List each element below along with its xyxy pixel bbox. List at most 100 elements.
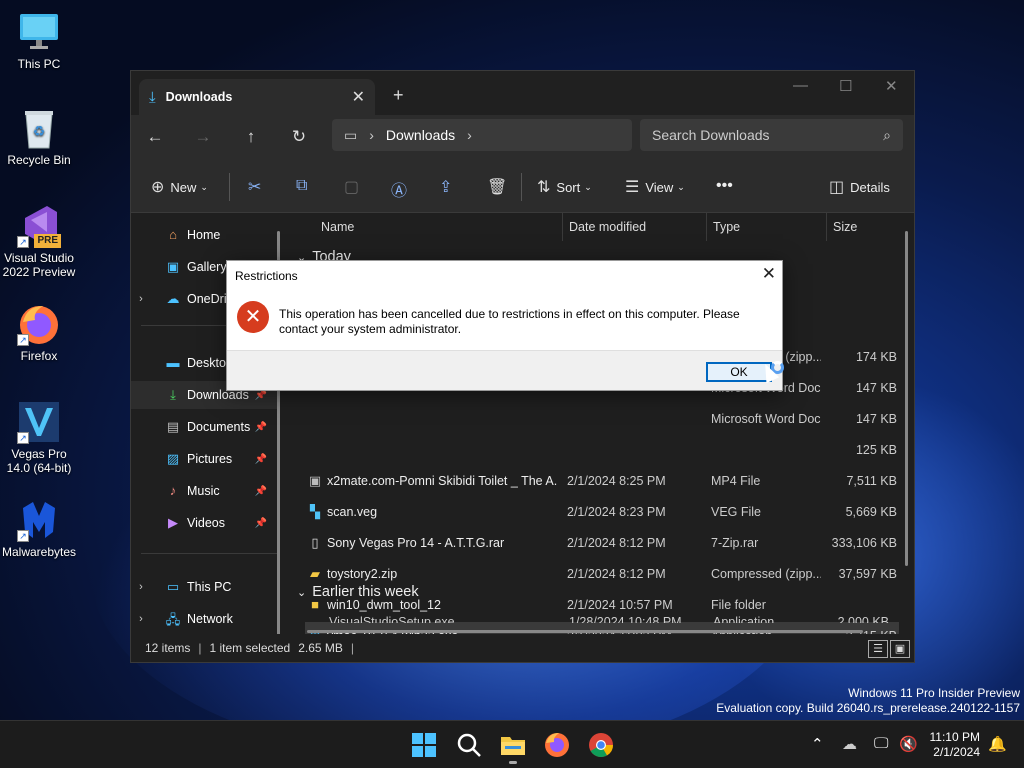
tab-downloads[interactable]: ⤓ Downloads ✕	[139, 79, 375, 115]
volume-muted-icon[interactable]: 🔇	[899, 735, 918, 753]
chrome-taskbar-button[interactable]	[587, 731, 615, 759]
refresh-button[interactable]: ↻	[275, 127, 323, 147]
file-type: Application	[713, 615, 775, 623]
tiles-view-button[interactable]: ▣	[890, 640, 910, 658]
desktop-icon-recycle-bin[interactable]: ♻ Recycle Bin	[2, 106, 76, 167]
pictures-icon: ▨	[166, 451, 180, 466]
dialog-message: This operation has been cancelled due to…	[279, 307, 740, 336]
monitor-icon: ▭	[166, 579, 180, 594]
paste-button[interactable]: ▢	[344, 177, 365, 197]
details-button[interactable]: ◫ Details	[829, 177, 890, 197]
download-arrow-icon: ⤓	[170, 387, 176, 402]
desktop-icon-label: Malwarebytes	[2, 545, 77, 559]
onedrive-offline-icon[interactable]: ☁	[842, 735, 857, 753]
dialog-body: ✕ This operation has been cancelled due …	[227, 290, 782, 352]
trash-icon: 🗑	[487, 179, 508, 196]
chevron-down-icon: ⌄	[200, 181, 208, 192]
desktop-icon-vegas-pro[interactable]: ↗ Vegas Pro 14.0 (64-bit)	[2, 400, 76, 475]
show-hidden-icons-chevron-icon[interactable]: ⌃	[811, 735, 824, 753]
file-name: VisualStudioSetup.exe	[329, 615, 455, 623]
desktop-icon-label: This PC	[17, 57, 61, 71]
network-icon: 🖧	[165, 612, 181, 627]
clock[interactable]: 11:10 PM 2/1/2024	[930, 730, 980, 760]
column-header-type[interactable]: Type	[713, 213, 740, 241]
chevron-right-icon[interactable]: ›	[131, 293, 151, 305]
breadcrumb-downloads[interactable]: Downloads	[386, 127, 455, 143]
more-options-icon[interactable]: •••	[716, 177, 733, 195]
file-row-partial[interactable]: VisualStudioSetup.exe 1/28/2024 10:48 PM…	[305, 613, 905, 623]
rename-button[interactable]: Ⓐ	[391, 177, 413, 201]
file-row[interactable]: 147 KB Microsoft Word Doc...	[305, 405, 899, 433]
videos-icon: ▶	[168, 515, 178, 530]
minimize-button[interactable]: —	[793, 77, 808, 94]
firefox-taskbar-button[interactable]	[543, 731, 571, 759]
new-button[interactable]: ⊕ New ⌄	[151, 177, 208, 197]
file-date: 2/1/2024 8:12 PM	[567, 536, 666, 550]
file-name: toystory2.zip	[327, 567, 398, 581]
vertical-scrollbar[interactable]	[905, 231, 908, 566]
desktop-icon-visual-studio[interactable]: PRE ↗ Visual Studio 2022 Preview	[2, 204, 76, 279]
group-header-earlier-this-week[interactable]: ⌄ Earlier this week	[297, 584, 419, 600]
share-button[interactable]: ⇪	[439, 177, 458, 197]
horizontal-scrollbar[interactable]	[307, 630, 863, 633]
nav-item-pictures[interactable]: ▨ Pictures 📌	[131, 445, 279, 473]
recycle-bin-icon: ♻	[17, 106, 61, 150]
divider	[521, 173, 522, 201]
active-app-indicator	[509, 761, 517, 764]
share-icon: ⇪	[439, 179, 453, 196]
search-input[interactable]: Search Downloads ⌕	[640, 119, 903, 151]
details-pane-icon: ◫	[829, 179, 845, 196]
search-button[interactable]	[455, 731, 483, 759]
up-button[interactable]: ↑	[227, 127, 275, 147]
chevron-right-icon[interactable]: ›	[369, 127, 374, 143]
desktop-icon-firefox[interactable]: ↗ Firefox	[2, 302, 76, 363]
nav-item-documents[interactable]: ▤ Documents 📌	[131, 413, 279, 441]
details-view-button[interactable]: ☰	[868, 640, 888, 658]
forward-button[interactable]: →	[179, 127, 227, 147]
file-row[interactable]: 125 KB	[305, 436, 899, 464]
chevron-right-icon[interactable]: ›	[131, 581, 151, 593]
file-date: 2/1/2024 8:25 PM	[567, 474, 666, 488]
start-button[interactable]	[410, 731, 438, 759]
nav-item-home[interactable]: ⌂ Home	[131, 221, 279, 249]
desktop-icon-this-pc[interactable]: This PC	[2, 10, 76, 71]
folder-icon	[501, 737, 525, 755]
chevron-right-icon[interactable]: ›	[467, 127, 472, 143]
zip-folder-icon: ▰	[310, 566, 320, 581]
file-row[interactable]: ▚ scan.veg 2/1/2024 8:23 PM VEG File 5,6…	[305, 498, 899, 526]
column-header-size[interactable]: Size	[833, 213, 857, 241]
close-tab-icon[interactable]: ✕	[352, 87, 365, 107]
visual-studio-icon: PRE ↗	[17, 204, 61, 248]
chevron-right-icon[interactable]: ›	[131, 613, 151, 625]
nav-item-network[interactable]: › 🖧 Network	[131, 605, 279, 633]
sort-button[interactable]: ⇅ Sort ⌄	[537, 177, 592, 197]
desktop-icon-malwarebytes[interactable]: ↗ Malwarebytes	[2, 498, 76, 559]
maximize-button[interactable]: ☐	[839, 77, 852, 95]
clock-date: 2/1/2024	[933, 745, 980, 759]
back-button[interactable]: ←	[131, 127, 179, 147]
nav-item-this-pc[interactable]: › ▭ This PC	[131, 573, 279, 601]
copy-button[interactable]: ⧉	[296, 177, 313, 195]
file-row[interactable]: ▣ x2mate.com-Pomni Skibidi Toilet _ The …	[305, 467, 899, 495]
new-tab-button[interactable]: +	[393, 85, 404, 106]
column-header-date[interactable]: Date modified	[569, 213, 646, 241]
close-window-button[interactable]: ✕	[885, 77, 898, 95]
delete-button[interactable]: 🗑	[487, 177, 513, 197]
notification-bell-icon[interactable]: 🔔	[988, 735, 1007, 753]
address-bar[interactable]: ▭ › Downloads ›	[332, 119, 632, 151]
file-explorer-taskbar-button[interactable]	[499, 731, 527, 759]
rename-icon: Ⓐ	[391, 183, 408, 200]
cut-button[interactable]: ✂	[248, 177, 267, 197]
network-icon[interactable]: 🖵	[874, 735, 888, 752]
view-button[interactable]: ☰ View ⌄	[625, 177, 685, 197]
close-icon[interactable]: ✕	[762, 264, 776, 284]
firefox-icon	[545, 733, 569, 757]
file-row[interactable]: ▯ Sony Vegas Pro 14 - A.T.T.G.rar 2/1/20…	[305, 529, 899, 557]
svg-text:♻: ♻	[33, 123, 46, 139]
taskbar: ⌃ ☁ 🖵 🔇 11:10 PM 2/1/2024 🔔	[0, 720, 1024, 768]
nav-item-music[interactable]: ♪ Music 📌	[131, 477, 279, 505]
column-header-name[interactable]: Name	[321, 213, 354, 241]
desktop-icon-label: Recycle Bin	[7, 153, 71, 167]
selection-size: 2.65 MB	[298, 641, 343, 655]
nav-item-videos[interactable]: ▶ Videos 📌	[131, 509, 279, 537]
